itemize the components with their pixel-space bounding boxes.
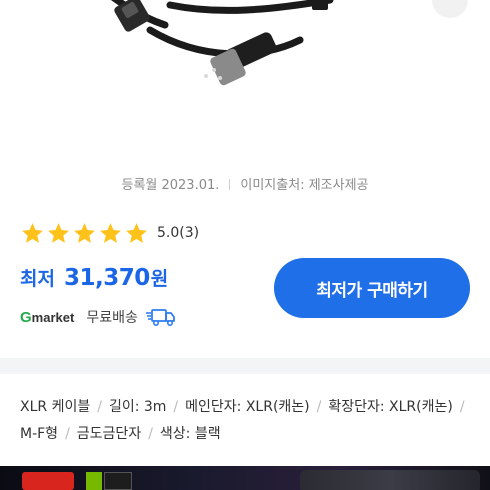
spec-item: 메인단자: XLR(캐논): [185, 399, 310, 415]
star-icon: [48, 222, 69, 243]
gmarket-wordmark: market: [31, 309, 75, 325]
star-icon: [100, 222, 121, 243]
spec-separator: /: [459, 399, 465, 415]
section-divider: [0, 358, 490, 374]
price-label: 최저: [20, 268, 55, 290]
product-image[interactable]: [0, 0, 490, 160]
spec-summary: XLR 케이블 / 길이: 3m / 메인단자: XLR(캐논) / 확장단자: XLR(캐…: [20, 394, 478, 448]
rating-row[interactable]: 5.0(3): [20, 220, 199, 246]
spec-item: 금도금단자: [76, 426, 142, 442]
meta-divider: [229, 179, 231, 190]
truck-icon: [145, 309, 175, 327]
nvidia-badge-icon: [86, 472, 102, 490]
spec-separator: /: [65, 426, 70, 442]
spec-item: 색상: 블랙: [159, 426, 221, 442]
free-shipping-label: 무료배송: [86, 310, 138, 326]
spec-separator: /: [173, 399, 179, 415]
review-count: (3): [179, 225, 200, 241]
lowest-price: 최저 31,370 원: [20, 264, 168, 291]
spec-item: 확장단자: XLR(캐논): [328, 399, 453, 415]
spec-separator: /: [316, 399, 322, 415]
rating-score-value: 5.0: [157, 225, 180, 241]
price-unit: 원: [150, 268, 169, 290]
star-rating: [20, 221, 149, 246]
product-meta: 등록월 2023.01. 이미지출처: 제조사제공: [0, 174, 490, 193]
spec-separator: /: [148, 426, 153, 442]
spec-item: XLR 케이블: [20, 399, 91, 415]
gmarket-logo: Gmarket: [20, 309, 74, 326]
seller-info: Gmarket 무료배송: [20, 305, 176, 329]
geforce-badge-icon: [104, 472, 132, 490]
lowest-price-buy-button[interactable]: 최저가 구매하기: [274, 258, 470, 318]
price-value: 31,370: [63, 265, 150, 291]
graphics-card-image: [300, 470, 480, 490]
star-icon: [74, 222, 95, 243]
rating-score: 5.0(3): [157, 225, 199, 241]
spec-separator: /: [97, 399, 102, 415]
ad-banner[interactable]: [0, 466, 490, 490]
star-icon: [126, 222, 147, 243]
registered-date: 등록월 2023.01.: [121, 178, 220, 193]
brand-logo: [22, 472, 74, 490]
image-source: 이미지출처: 제조사제공: [240, 178, 369, 193]
xlr-cable-illustration: [110, 0, 334, 86]
spec-item: M-F형: [20, 426, 59, 442]
spec-item: 길이: 3m: [108, 399, 167, 415]
star-icon: [22, 222, 43, 243]
gmarket-g-mark: G: [20, 308, 32, 326]
